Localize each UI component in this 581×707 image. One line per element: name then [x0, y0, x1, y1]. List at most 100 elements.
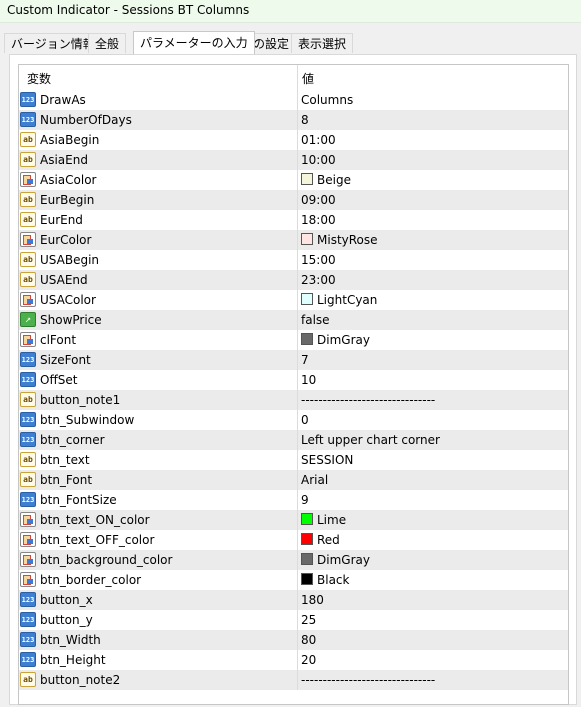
table-row[interactable]: ab EurBegin 09:00 [19, 190, 568, 210]
value-cell[interactable]: Red [298, 530, 568, 550]
value-cell[interactable]: Arial [298, 470, 568, 490]
int-icon: 123 [20, 372, 36, 387]
table-row[interactable]: ab AsiaBegin 01:00 [19, 130, 568, 150]
color-icon [20, 532, 36, 547]
variable-name: OffSet [40, 373, 78, 387]
table-row[interactable]: ab EurEnd 18:00 [19, 210, 568, 230]
title-bar: Custom Indicator - Sessions BT Columns [0, 0, 581, 23]
value-cell[interactable]: SESSION [298, 450, 568, 470]
table-row[interactable]: ↗ ShowPrice false [19, 310, 568, 330]
table-row[interactable]: btn_text_OFF_color Red [19, 530, 568, 550]
variable-name: btn_Width [40, 633, 101, 647]
variable-cell: btn_background_color [19, 550, 297, 570]
value-cell[interactable]: 0 [298, 410, 568, 430]
variable-name: EurBegin [40, 193, 95, 207]
table-row[interactable]: 123 btn_Height 20 [19, 650, 568, 670]
parameter-value: 180 [301, 593, 324, 607]
parameter-value: 7 [301, 353, 309, 367]
tab-general[interactable]: 全般 [88, 33, 127, 53]
value-cell[interactable]: 9 [298, 490, 568, 510]
variable-name: USAColor [40, 293, 96, 307]
value-cell[interactable]: MistyRose [298, 230, 568, 250]
variable-name: button_note1 [40, 393, 121, 407]
table-row[interactable]: 123 btn_corner Left upper chart corner [19, 430, 568, 450]
value-cell[interactable]: 7 [298, 350, 568, 370]
table-row[interactable]: 123 DrawAs Columns [19, 90, 568, 110]
int-icon: 123 [20, 432, 36, 447]
table-row[interactable]: ab btn_text SESSION [19, 450, 568, 470]
table-row[interactable]: 123 button_y 25 [19, 610, 568, 630]
table-row[interactable]: EurColor MistyRose [19, 230, 568, 250]
variable-cell: AsiaColor [19, 170, 297, 190]
variable-cell: 123 btn_Height [19, 650, 297, 670]
table-row[interactable]: 123 btn_FontSize 9 [19, 490, 568, 510]
int-icon: 123 [20, 612, 36, 627]
table-row[interactable]: ab AsiaEnd 10:00 [19, 150, 568, 170]
header-variable[interactable]: 変数 [27, 70, 51, 87]
variable-cell: ab button_note1 [19, 390, 297, 410]
value-cell[interactable]: 8 [298, 110, 568, 130]
table-row[interactable]: 123 btn_Subwindow 0 [19, 410, 568, 430]
tab-display-selection[interactable]: 表示選択 [291, 33, 354, 53]
variable-name: button_y [40, 613, 93, 627]
color-swatch [301, 233, 313, 245]
value-cell[interactable]: Black [298, 570, 568, 590]
variable-name: EurColor [40, 233, 92, 247]
tab-input-parameters[interactable]: パラメーターの入力 [133, 31, 255, 54]
value-cell[interactable]: 01:00 [298, 130, 568, 150]
table-row[interactable]: 123 NumberOfDays 8 [19, 110, 568, 130]
table-row[interactable]: clFont DimGray [19, 330, 568, 350]
table-row[interactable]: 123 button_x 180 [19, 590, 568, 610]
table-row[interactable]: 123 OffSet 10 [19, 370, 568, 390]
variable-name: btn_text_ON_color [40, 513, 150, 527]
value-cell[interactable]: Columns [298, 90, 568, 110]
grid-header: 変数 値 [19, 65, 568, 90]
value-cell[interactable]: DimGray [298, 550, 568, 570]
variable-name: btn_Height [40, 653, 106, 667]
color-swatch [301, 533, 313, 545]
value-cell[interactable]: 25 [298, 610, 568, 630]
value-cell[interactable]: Lime [298, 510, 568, 530]
value-cell[interactable]: ------------------------------- [298, 390, 568, 410]
string-icon: ab [20, 252, 36, 267]
parameter-value: 10:00 [301, 153, 336, 167]
value-cell[interactable]: false [298, 310, 568, 330]
value-cell[interactable]: 15:00 [298, 250, 568, 270]
value-cell[interactable]: LightCyan [298, 290, 568, 310]
table-row[interactable]: USAColor LightCyan [19, 290, 568, 310]
variable-cell: 123 NumberOfDays [19, 110, 297, 130]
table-row[interactable]: ab USAEnd 23:00 [19, 270, 568, 290]
value-cell[interactable]: 80 [298, 630, 568, 650]
parameters-panel: 変数 値 123 DrawAs Columns 123 NumberOfDays 8 ab A… [9, 54, 577, 705]
value-cell[interactable]: DimGray [298, 330, 568, 350]
value-cell[interactable]: 180 [298, 590, 568, 610]
value-cell[interactable]: Left upper chart corner [298, 430, 568, 450]
string-icon: ab [20, 672, 36, 687]
table-row[interactable]: ab btn_Font Arial [19, 470, 568, 490]
parameter-value: 18:00 [301, 213, 336, 227]
string-icon: ab [20, 392, 36, 407]
table-row[interactable]: AsiaColor Beige [19, 170, 568, 190]
value-cell[interactable]: ------------------------------- [298, 670, 568, 690]
table-row[interactable]: btn_text_ON_color Lime [19, 510, 568, 530]
value-cell[interactable]: 10:00 [298, 150, 568, 170]
value-cell[interactable]: Beige [298, 170, 568, 190]
variable-name: btn_border_color [40, 573, 142, 587]
table-row[interactable]: ab USABegin 15:00 [19, 250, 568, 270]
table-row[interactable]: 123 SizeFont 7 [19, 350, 568, 370]
table-row[interactable]: ab button_note1 --------------------------… [19, 390, 568, 410]
variable-cell: ab AsiaEnd [19, 150, 297, 170]
value-cell[interactable]: 20 [298, 650, 568, 670]
value-cell[interactable]: 09:00 [298, 190, 568, 210]
string-icon: ab [20, 212, 36, 227]
value-cell[interactable]: 23:00 [298, 270, 568, 290]
value-cell[interactable]: 10 [298, 370, 568, 390]
table-row[interactable]: ab button_note2 --------------------------… [19, 670, 568, 690]
parameters-grid[interactable]: 変数 値 123 DrawAs Columns 123 NumberOfDays 8 ab A… [18, 64, 569, 705]
parameter-value: 80 [301, 633, 317, 647]
value-cell[interactable]: 18:00 [298, 210, 568, 230]
table-row[interactable]: 123 btn_Width 80 [19, 630, 568, 650]
table-row[interactable]: btn_border_color Black [19, 570, 568, 590]
table-row[interactable]: btn_background_color DimGray [19, 550, 568, 570]
header-value[interactable]: 値 [302, 70, 314, 87]
